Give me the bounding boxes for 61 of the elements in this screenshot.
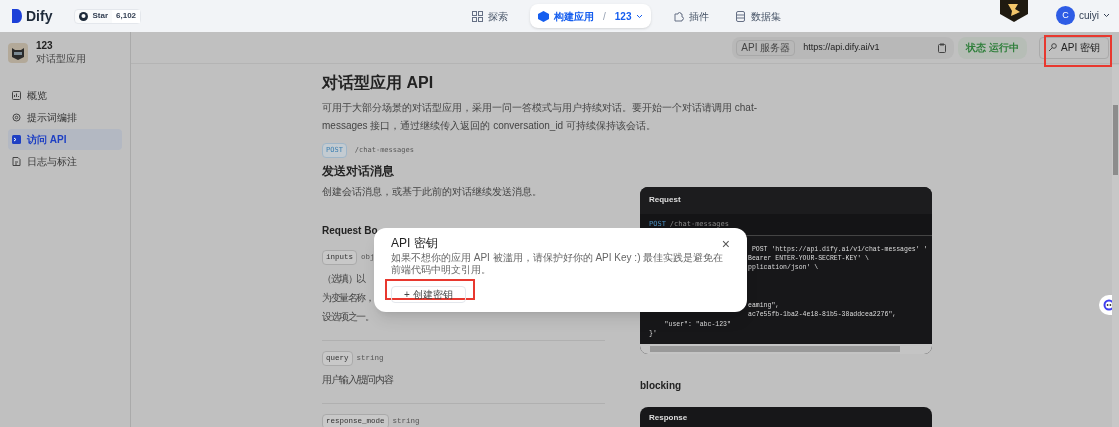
app-name: 123 bbox=[36, 40, 54, 53]
page-title: 对话型应用 API bbox=[322, 73, 435, 93]
section-title: 发送对话消息 bbox=[322, 162, 395, 180]
nav-tab-label: 数据集 bbox=[751, 9, 782, 24]
sidebar-item-label: 日志与标注 bbox=[27, 155, 77, 169]
sidebar-item[interactable]: 日志与标注 bbox=[8, 151, 122, 172]
api-server-field[interactable]: API 服务器 https://api.dify.ai/v1 bbox=[732, 36, 955, 59]
clipboard-icon bbox=[938, 42, 947, 53]
highlight-frame bbox=[1044, 35, 1112, 67]
nav-tab[interactable]: 探索 bbox=[468, 4, 512, 28]
app-icon bbox=[8, 42, 28, 63]
panel-title: Response bbox=[649, 412, 689, 425]
database-icon bbox=[735, 10, 747, 22]
logo-text: Dify bbox=[26, 6, 53, 26]
gear-icon bbox=[12, 113, 21, 122]
logo-icon bbox=[12, 9, 22, 23]
api-server-label: API 服务器 bbox=[736, 39, 796, 56]
terminal-icon bbox=[12, 135, 21, 144]
sidebar-item[interactable]: 提示词编排 bbox=[8, 107, 122, 128]
intro-paragraph: 可用于大部分场景的对话型应用，采用一问一答模式与用户持续对话。要开始一个对话请调用 chat-messages 接口，通过继续传入返回的 conversation_id 可持续保持该会话。 bbox=[322, 101, 758, 133]
puzzle-icon bbox=[673, 10, 685, 22]
sidebar-item-label: 访问 API bbox=[27, 133, 67, 147]
sidebar-item[interactable]: 概览 bbox=[8, 85, 122, 106]
api-server-url: https://api.dify.ai/v1 bbox=[803, 40, 881, 54]
chart-icon bbox=[12, 91, 21, 100]
grid-icon bbox=[472, 10, 483, 22]
panel-title: Request bbox=[640, 186, 932, 214]
nav-tab-label: 探索 bbox=[488, 9, 508, 24]
cube-icon bbox=[538, 10, 549, 22]
sidebar-item[interactable]: 访问 API bbox=[8, 129, 122, 150]
parameter-description: （选填）以 为变量名称， 设选项之一。 bbox=[322, 271, 374, 324]
nav-tab-label: 构建应用 bbox=[554, 9, 594, 24]
nav-tab-label: 插件 bbox=[689, 9, 710, 24]
dialog-description: 如果不想你的应用 API 被滥用，请保护好你的 API Key :) 最佳实践是避免在前端代码中明文引用。 bbox=[391, 252, 725, 276]
create-key-button[interactable]: + 创建密钥 bbox=[391, 286, 466, 303]
user-avatar: C bbox=[1056, 6, 1075, 25]
parameter-description: 用户输入/提问内容 bbox=[322, 373, 393, 387]
sidebar-item-label: 概览 bbox=[27, 89, 47, 103]
star-count: 6,102 bbox=[112, 9, 141, 23]
section-heading: blocking bbox=[640, 379, 683, 394]
nav-tab[interactable]: 插件 bbox=[669, 4, 714, 28]
document-icon bbox=[12, 157, 21, 166]
dialog-title: API 密钥 bbox=[391, 236, 438, 251]
section-heading: Request Bo bbox=[322, 223, 378, 238]
breadcrumb-separator: / bbox=[603, 9, 606, 24]
app-type: 对话型应用 bbox=[36, 52, 86, 65]
star-label: Star bbox=[92, 10, 108, 22]
sidebar-item-label: 提示词编排 bbox=[27, 111, 77, 125]
status-badge: 状态 运行中 bbox=[958, 36, 1028, 59]
api-key-button[interactable]: API 密钥 bbox=[1039, 36, 1109, 59]
github-star-button[interactable]: Star 6,102 bbox=[74, 8, 142, 24]
app-selector-label: 123 bbox=[614, 9, 632, 24]
nav-tab[interactable]: 数据集 bbox=[731, 4, 786, 28]
key-icon bbox=[1048, 43, 1058, 52]
chevron-down-icon bbox=[1103, 13, 1110, 18]
section-description: 创建会话消息，或基于此前的对话继续发送消息。 bbox=[322, 184, 543, 199]
github-icon bbox=[79, 11, 89, 21]
chevron-down-icon bbox=[636, 13, 644, 19]
user-name: cuiyi bbox=[1079, 9, 1099, 23]
close-button[interactable]: × bbox=[721, 236, 730, 251]
nav-tab[interactable]: 构建应用 / 123 bbox=[530, 4, 652, 28]
